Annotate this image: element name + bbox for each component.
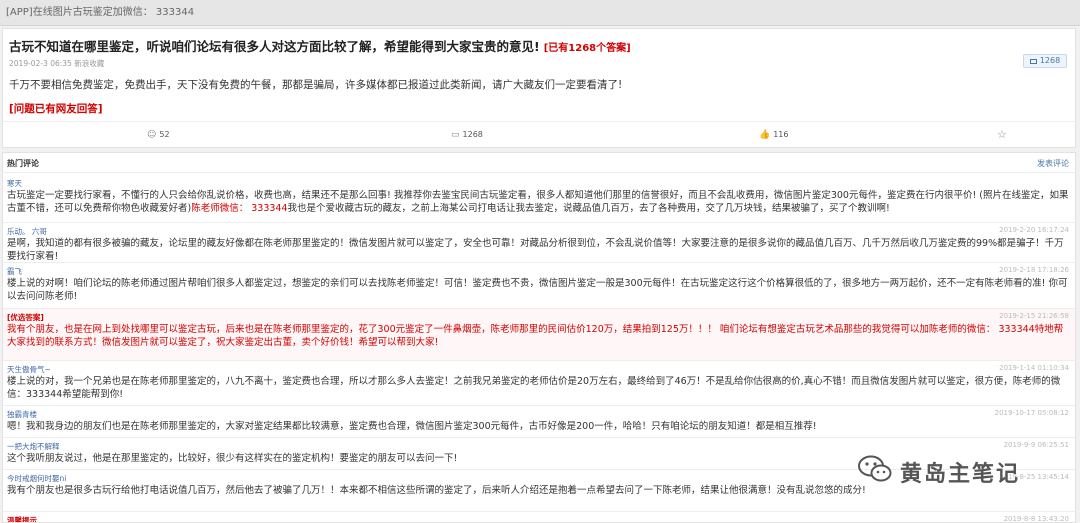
comment-user[interactable]: 寒天 <box>7 178 22 189</box>
question-body: 千万不要相信免费鉴定，免费出手，天下没有免费的午餐，那都是骗局，许多媒体都已报道… <box>9 79 623 91</box>
comment-item-featured: [优选答案] 2019-2-15 21:26:58 我有个朋友，也是在网上到处找… <box>3 309 1075 361</box>
comment-text: 古玩鉴定一定要找行家看，不懂行的人只会给你乱说价格，收费也高，结果还不是那么回事… <box>7 189 1069 215</box>
answer-count[interactable]: [已有1268个答案] <box>544 43 631 54</box>
comment-text: 楼上说的对，我一个兄弟也是在陈老师那里鉴定的，八九不离十，鉴定费也合理，所以才那… <box>7 376 1061 400</box>
watermark-text: 黄岛主笔记 <box>900 462 1021 487</box>
post-comment-link[interactable]: 发表评论 <box>1037 158 1069 169</box>
top-bar-text: [APP]在线图片古玩鉴定加微信： 333344 <box>6 7 195 18</box>
comment-text: 楼上说的对啊！咱们论坛的陈老师通过图片帮咱们很多人都鉴定过，想鉴定的亲们可以去找… <box>7 278 1068 302</box>
comment-time: 2019-2-18 17:18:26 <box>999 266 1069 274</box>
comment-user[interactable]: 天生傲骨气~ <box>7 364 51 375</box>
question-card: 古玩不知道在哪里鉴定，听说咱们论坛有很多人对这方面比较了解，希望能得到大家宝贵的… <box>2 28 1076 148</box>
comment-user[interactable]: 一把大炮不解释 <box>7 441 60 452</box>
comment-text: 是啊，我知道的都有很多被骗的藏友，论坛里的藏友好像都在陈老师那里鉴定的！微信发图… <box>7 238 1064 262</box>
comment-item: 寒天 古玩鉴定一定要找行家看，不懂行的人只会给你乱说价格，收费也高，结果还不是那… <box>3 175 1075 223</box>
star-icon[interactable]: ☆ <box>997 128 1007 141</box>
comment-count: 1268 <box>462 130 483 139</box>
featured-answer-tag: [优选答案] <box>7 313 44 322</box>
comment-text-part: 我也是个爱收藏古玩的藏友，之前上海某公司打电话让我去鉴定，说藏品值几百万，去了各… <box>287 203 890 214</box>
like-count: 52 <box>159 130 170 139</box>
question-title-row: 古玩不知道在哪里鉴定，听说咱们论坛有很多人对这方面比较了解，希望能得到大家宝贵的… <box>9 36 631 55</box>
comment-time: 2019-1-14 01:10:34 <box>999 364 1069 372</box>
comment-stat[interactable]: ▭ 1268 <box>451 130 483 140</box>
comment-item: 乐动。 六哥 2019-2-20 16:17:24 是啊，我知道的都有很多被骗的… <box>3 223 1075 263</box>
comment-icon: ▭ <box>451 130 460 140</box>
comments-title: 热门评论 <box>7 159 39 168</box>
divider <box>3 121 1075 122</box>
comments-header: 热门评论 发表评论 <box>3 153 1075 173</box>
question-meta: 2019-02-3 06:35 新浪收藏 <box>9 59 105 68</box>
reply-count: 1268 <box>1039 56 1061 65</box>
reply-count-button[interactable]: 1268 <box>1023 54 1067 68</box>
comment-time: 2019-10-17 05:08:12 <box>994 409 1069 417</box>
comment-user[interactable]: 今时戒烟何时娶ni <box>7 473 66 484</box>
comment-time: 2019-2-20 16:17:24 <box>999 226 1069 234</box>
comment-time: 2019-2-15 21:26:58 <box>999 312 1069 320</box>
comment-highlight: 陈老师微信： 333344 <box>191 203 288 214</box>
comment-item: 霸飞 2019-2-18 17:18:26 楼上说的对啊！咱们论坛的陈老师通过图… <box>3 263 1075 309</box>
comment-item: 温馨提示 2019-8-8 13:43:20 <box>3 512 1075 523</box>
comment-user[interactable]: 霸飞 <box>7 266 22 277</box>
comment-item: 天生傲骨气~ 2019-1-14 01:10:34 楼上说的对，我一个兄弟也是在… <box>3 361 1075 406</box>
comment-text: 嗯！我和我身边的朋友们也是在陈老师那里鉴定的，大家对鉴定结果都比较满意，鉴定费也… <box>7 421 817 432</box>
thumb-icon: 👍 <box>759 130 771 140</box>
like-icon: ☺ <box>147 130 157 140</box>
comment-time: 2019-9-9 06:25:51 <box>1003 441 1069 449</box>
wechat-logo-icon <box>858 455 892 489</box>
comment-text: 我有个朋友，也是在网上到处找哪里可以鉴定古玩，后来也是在陈老师那里鉴定的，花了3… <box>7 324 1064 348</box>
question-title: 古玩不知道在哪里鉴定，听说咱们论坛有很多人对这方面比较了解，希望能得到大家宝贵的… <box>9 39 540 54</box>
answered-notice[interactable]: [问题已有网友回答] <box>9 101 103 116</box>
comment-user[interactable]: 乐动。 六哥 <box>7 226 47 237</box>
notice-tag: 温馨提示 <box>7 516 37 523</box>
thumb-count: 116 <box>773 130 789 139</box>
watermark: 黄岛主笔记 <box>858 455 1020 489</box>
comment-icon <box>1029 59 1037 64</box>
comment-user[interactable]: 独霸青楼 <box>7 409 37 420</box>
top-bar: [APP]在线图片古玩鉴定加微信： 333344 <box>0 0 1080 26</box>
thumb-stat[interactable]: 👍 116 <box>759 130 789 140</box>
comment-item: 独霸青楼 2019-10-17 05:08:12 嗯！我和我身边的朋友们也是在陈… <box>3 406 1075 438</box>
like-stat[interactable]: ☺ 52 <box>147 130 170 140</box>
comment-time: 2019-8-8 13:43:20 <box>1003 515 1069 523</box>
